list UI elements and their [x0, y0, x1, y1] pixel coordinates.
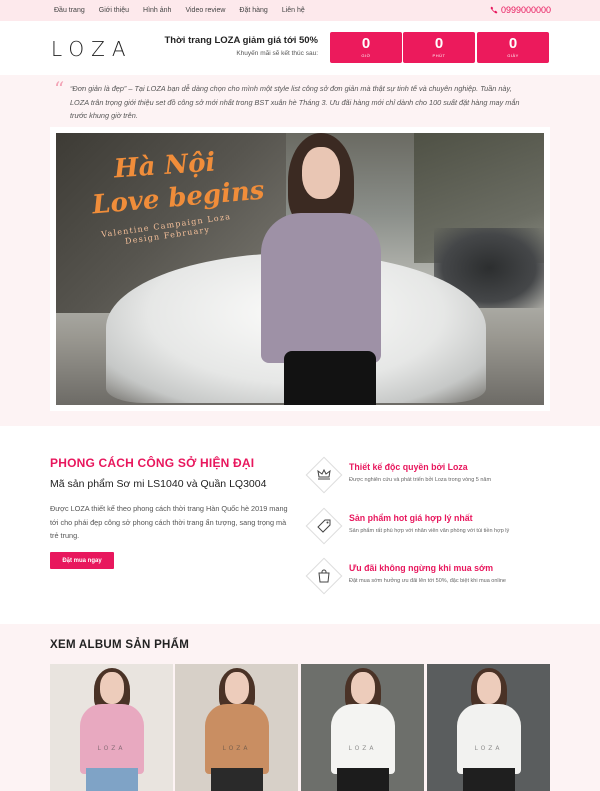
- phone-icon: [490, 6, 498, 14]
- feature-bullet: Thiết kế độc quyền bởi Loza Được nghiên …: [305, 456, 550, 502]
- album-heading: XEM ALBUM SẢN PHẨM: [50, 639, 190, 651]
- feature-bullet-title: Thiết kế độc quyền bởi Loza: [349, 462, 468, 472]
- album-watermark: LOZA: [222, 745, 251, 752]
- album-watermark: LOZA: [474, 745, 503, 752]
- feature-bullet-title: Ưu đãi không ngừng khi mua sớm: [349, 563, 494, 573]
- top-nav: Đầu trang Giới thiệu Hình ảnh Video revi…: [0, 0, 600, 21]
- countdown-hours-value: 0: [361, 35, 371, 52]
- countdown-minutes: 0 PHÚT: [403, 32, 475, 63]
- header: LOZA Thời trang LOZA giảm giá tới 50% Kh…: [0, 21, 600, 75]
- album-watermark: LOZA: [348, 745, 377, 752]
- countdown-seconds-label: GIÂY: [507, 53, 519, 58]
- album-photo[interactable]: LOZA: [301, 664, 424, 791]
- crown-icon: [317, 468, 331, 480]
- intro-text: “Đơn giản là đẹp” – Tại LOZA bạn dễ dàng…: [70, 84, 520, 120]
- nav-item-images[interactable]: Hình ảnh: [143, 7, 171, 14]
- promo-subtitle: Khuyến mãi sẽ kết thúc sau:: [236, 50, 318, 57]
- phone-link[interactable]: 0999000000: [490, 5, 551, 15]
- order-now-button[interactable]: Đặt mua ngay: [50, 552, 114, 569]
- phone-number: 0999000000: [500, 5, 551, 15]
- feature-section: PHONG CÁCH CÔNG SỞ HIỆN ĐẠI Mã sản phẩm …: [0, 426, 600, 624]
- album-section: XEM ALBUM SẢN PHẨM LOZA LOZA LOZA LOZA: [0, 624, 600, 791]
- feature-subheading: Mã sản phẩm Sơ mi LS1040 và Quần LQ3004: [50, 478, 267, 490]
- nav-item-order[interactable]: Đặt hàng: [239, 7, 267, 14]
- countdown-hours-label: GIỜ: [361, 53, 371, 58]
- countdown-seconds-value: 0: [508, 35, 518, 52]
- feature-description: Được LOZA thiết kế theo phong cách thời …: [50, 504, 288, 540]
- tag-icon: [317, 519, 331, 533]
- countdown-hours: 0 GIỜ: [330, 32, 402, 63]
- nav-item-home[interactable]: Đầu trang: [54, 7, 85, 14]
- feature-bullet-desc: Được nghiên cứu và phát triển bởi Loza t…: [349, 477, 492, 483]
- album-photo[interactable]: LOZA: [175, 664, 298, 791]
- intro-section: “ “Đơn giản là đẹp” – Tại LOZA bạn dễ dà…: [0, 75, 600, 426]
- countdown-seconds: 0 GIÂY: [477, 32, 549, 63]
- feature-bullet-title: Sản phẩm hot giá hợp lý nhất: [349, 513, 473, 523]
- feature-bullet-desc: Sản phẩm rất phù hợp với nhân viên văn p…: [349, 528, 510, 534]
- nav-item-contact[interactable]: Liên hệ: [282, 7, 305, 14]
- logo[interactable]: LOZA: [51, 37, 133, 61]
- hero-image: Hà Nội Love begins Valentine Campaign Lo…: [50, 127, 550, 411]
- feature-heading: PHONG CÁCH CÔNG SỞ HIỆN ĐẠI: [50, 456, 255, 470]
- feature-bullet-desc: Đặt mua sớm hưởng ưu đãi lên tới 50%, đặ…: [349, 578, 506, 584]
- countdown-minutes-value: 0: [434, 35, 444, 52]
- countdown-minutes-label: PHÚT: [432, 53, 446, 58]
- album-watermark: LOZA: [97, 745, 126, 752]
- feature-bullet: Ưu đãi không ngừng khi mua sớm Đặt mua s…: [305, 557, 550, 603]
- feature-bullet: Sản phẩm hot giá hợp lý nhất Sản phẩm rấ…: [305, 507, 550, 553]
- quote-icon: “: [54, 77, 65, 101]
- album-photo[interactable]: LOZA: [50, 664, 173, 791]
- shopping-bag-icon: [318, 569, 330, 583]
- album-photo[interactable]: LOZA: [427, 664, 550, 791]
- nav-item-about[interactable]: Giới thiệu: [99, 7, 129, 14]
- promo-title: Thời trang LOZA giảm giá tới 50%: [164, 35, 318, 46]
- nav-item-video[interactable]: Video review: [185, 7, 225, 14]
